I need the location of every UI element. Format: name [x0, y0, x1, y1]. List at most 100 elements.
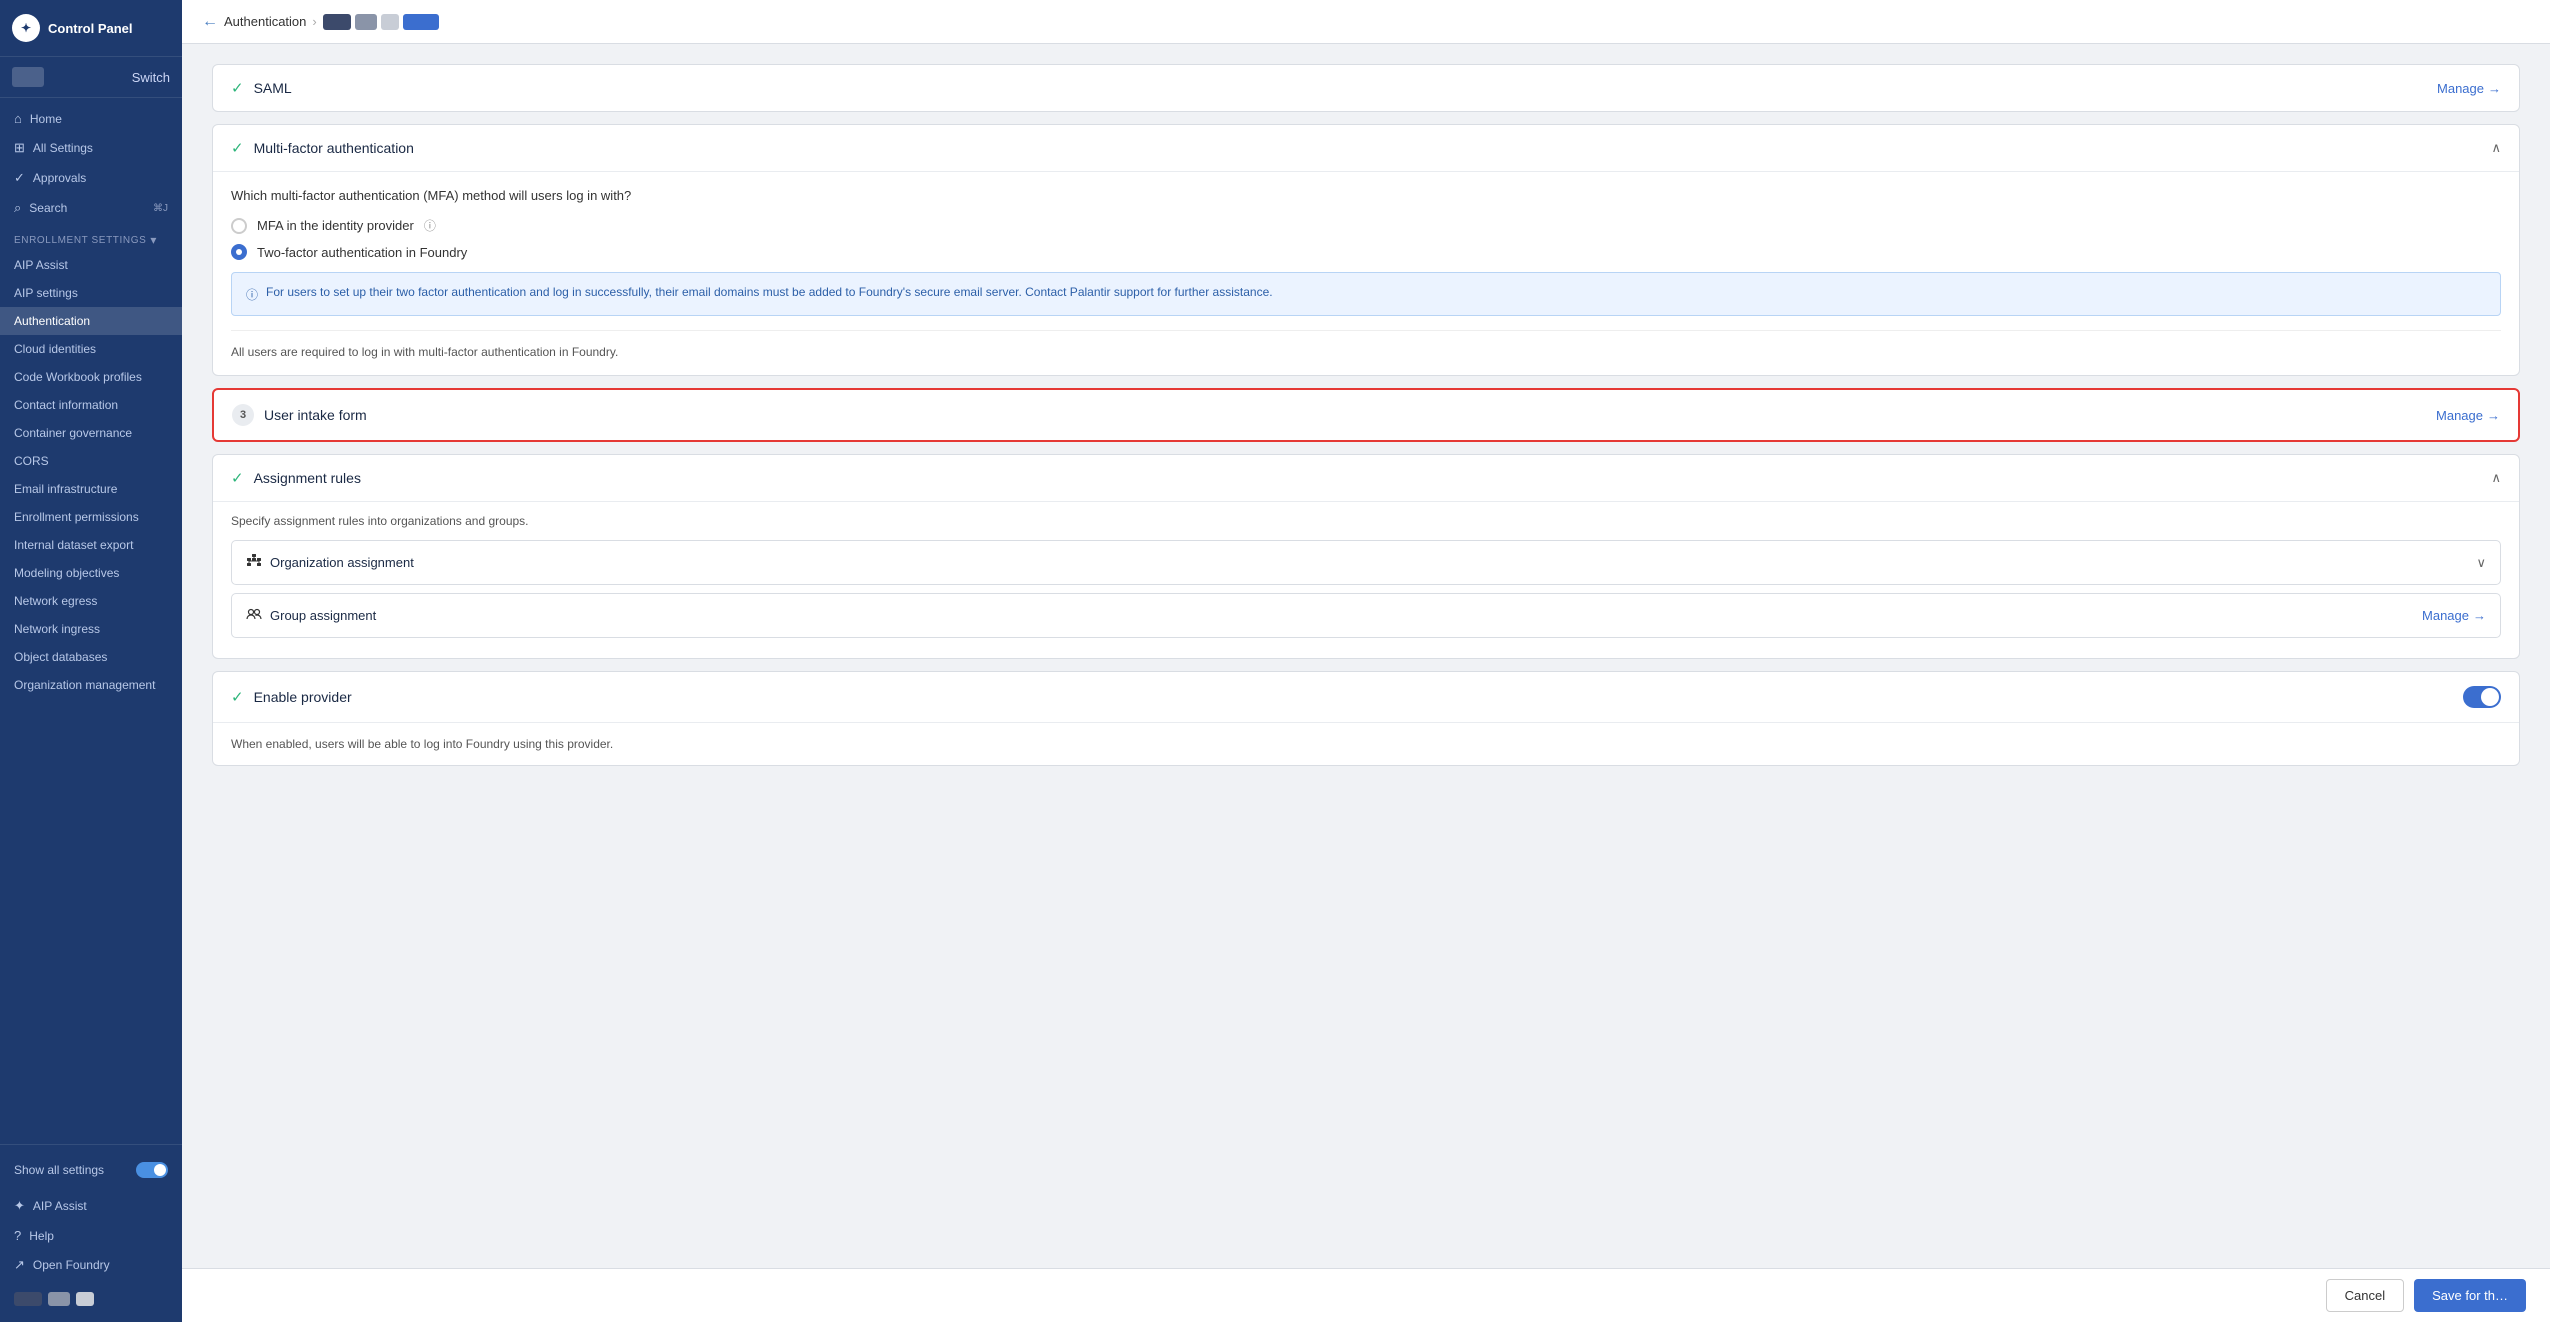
info-icon: ⓘ: [424, 217, 436, 234]
sidebar-item-email-infrastructure[interactable]: Email infrastructure: [0, 475, 182, 503]
sidebar-item-object-databases[interactable]: Object databases: [0, 643, 182, 671]
help-icon: ?: [14, 1228, 21, 1243]
mfa-card-header[interactable]: ✓ Multi-factor authentication ∧: [213, 125, 2519, 171]
mfa-check-icon: ✓: [231, 139, 244, 157]
group-assignment-label: Group assignment: [270, 608, 376, 623]
sidebar-header: ✦ Control Panel: [0, 0, 182, 57]
sidebar-item-label: Help: [29, 1229, 54, 1243]
aip-assist-icon: ✦: [14, 1198, 25, 1214]
sidebar-item-aip-assist[interactable]: AIP Assist: [0, 251, 182, 279]
show-all-settings-toggle[interactable]: Show all settings: [0, 1153, 182, 1187]
external-link-icon: ↗: [14, 1257, 25, 1273]
save-button[interactable]: Save for th…: [2414, 1279, 2526, 1312]
enable-provider-card: ✓ Enable provider When enabled, users wi…: [212, 671, 2520, 766]
sidebar-item-container-governance[interactable]: Container governance: [0, 419, 182, 447]
user-intake-form-card: 3 User intake form Manage →: [212, 388, 2520, 442]
show-all-settings-toggle-pill[interactable]: [136, 1162, 168, 1178]
mfa-section: Which multi-factor authentication (MFA) …: [213, 171, 2519, 375]
assignment-section: Specify assignment rules into organizati…: [213, 501, 2519, 658]
chevron-down-icon: ▾: [150, 233, 157, 247]
org-assignment-chevron-down-icon[interactable]: ∨: [2476, 555, 2486, 571]
mfa-option-identity-provider[interactable]: MFA in the identity provider ⓘ: [231, 217, 2501, 234]
mfa-option-foundry[interactable]: Two-factor authentication in Foundry: [231, 244, 2501, 260]
saml-card-header[interactable]: ✓ SAML Manage →: [213, 65, 2519, 111]
sidebar-item-authentication[interactable]: Authentication: [0, 307, 182, 335]
user-intake-manage-label: Manage: [2436, 408, 2483, 423]
sidebar-item-contact-information[interactable]: Contact information: [0, 391, 182, 419]
sidebar-item-label: All Settings: [33, 141, 93, 155]
organization-assignment-card: Organization assignment ∨: [231, 540, 2501, 585]
breadcrumb-separator: ›: [312, 14, 316, 29]
org-assignment-label: Organization assignment: [270, 555, 414, 570]
sidebar-footer: Show all settings ✦ AIP Assist ? Help ↗ …: [0, 1144, 182, 1322]
mfa-chevron-up-icon[interactable]: ∧: [2491, 140, 2501, 156]
assignment-description: Specify assignment rules into organizati…: [231, 514, 2501, 528]
sidebar-item-open-foundry[interactable]: ↗ Open Foundry: [0, 1250, 182, 1280]
sidebar-item-code-workbook-profiles[interactable]: Code Workbook profiles: [0, 363, 182, 391]
assignment-rules-header-left: ✓ Assignment rules: [231, 469, 361, 487]
mfa-radio-foundry[interactable]: [231, 244, 247, 260]
assignment-rules-header[interactable]: ✓ Assignment rules ∧: [213, 455, 2519, 501]
sidebar-item-aip-assist-footer[interactable]: ✦ AIP Assist: [0, 1191, 182, 1221]
enable-provider-description: When enabled, users will be able to log …: [231, 737, 2501, 751]
sidebar-item-approvals[interactable]: ✓ Approvals: [0, 163, 182, 193]
enable-provider-toggle[interactable]: [2463, 686, 2501, 708]
mfa-label: Multi-factor authentication: [254, 140, 414, 156]
sidebar-item-label: AIP Assist: [33, 1199, 87, 1213]
show-all-settings-label: Show all settings: [14, 1163, 104, 1177]
assignment-rules-chevron-up-icon[interactable]: ∧: [2491, 470, 2501, 486]
sidebar-item-cors[interactable]: CORS: [0, 447, 182, 475]
group-assignment-manage-link[interactable]: Manage →: [2422, 608, 2486, 623]
saml-manage-link[interactable]: Manage →: [2437, 81, 2501, 96]
sidebar-item-network-egress[interactable]: Network egress: [0, 587, 182, 615]
sidebar-item-all-settings[interactable]: ⊞ All Settings: [0, 133, 182, 163]
sidebar-item-label: Network egress: [14, 594, 97, 608]
sidebar-navigation: ⌂ Home ⊞ All Settings ✓ Approvals ⌕ Sear…: [0, 98, 182, 1144]
sidebar-item-network-ingress[interactable]: Network ingress: [0, 615, 182, 643]
sidebar-item-label: AIP Assist: [14, 258, 68, 272]
mfa-radio-idp[interactable]: [231, 218, 247, 234]
saml-check-icon: ✓: [231, 79, 244, 97]
saml-manage-arrow-icon: →: [2488, 81, 2501, 96]
home-icon: ⌂: [14, 111, 22, 126]
switch-section[interactable]: Switch: [0, 57, 182, 98]
enable-provider-header-left: ✓ Enable provider: [231, 688, 352, 706]
sidebar-item-label: CORS: [14, 454, 49, 468]
group-assignment-header[interactable]: Group assignment Manage →: [232, 594, 2500, 637]
sidebar-item-search[interactable]: ⌕ Search ⌘J: [0, 193, 182, 223]
group-manage-arrow-icon: →: [2473, 608, 2486, 623]
breadcrumb: ← Authentication ›: [202, 13, 439, 31]
search-shortcut: ⌘J: [153, 203, 168, 214]
sidebar-item-help[interactable]: ? Help: [0, 1221, 182, 1250]
sidebar-item-aip-settings[interactable]: AIP settings: [0, 279, 182, 307]
back-button[interactable]: ←: [202, 13, 218, 31]
cancel-button[interactable]: Cancel: [2326, 1279, 2404, 1312]
sidebar-item-label: AIP settings: [14, 286, 78, 300]
sidebar-item-cloud-identities[interactable]: Cloud identities: [0, 335, 182, 363]
organization-assignment-header[interactable]: Organization assignment ∨: [232, 541, 2500, 584]
switch-label: Switch: [132, 70, 170, 85]
sidebar-item-modeling-objectives[interactable]: Modeling objectives: [0, 559, 182, 587]
logo-text: ✦: [21, 21, 31, 35]
sidebar-item-label: Authentication: [14, 314, 90, 328]
sidebar-item-label: Object databases: [14, 650, 107, 664]
breadcrumb-authentication: Authentication: [224, 14, 306, 29]
sidebar-item-internal-dataset-export[interactable]: Internal dataset export: [0, 531, 182, 559]
user-intake-label: User intake form: [264, 407, 367, 423]
search-icon: ⌕: [14, 200, 21, 216]
group-assignment-left: Group assignment: [246, 606, 376, 625]
switch-icon: [12, 67, 44, 87]
mfa-question: Which multi-factor authentication (MFA) …: [231, 188, 2501, 203]
sidebar-item-home[interactable]: ⌂ Home: [0, 104, 182, 133]
enable-provider-header[interactable]: ✓ Enable provider: [213, 672, 2519, 722]
footer-links: ✦ AIP Assist ? Help ↗ Open Foundry: [0, 1187, 182, 1284]
mfa-option1-label: MFA in the identity provider: [257, 218, 414, 233]
sidebar-item-label: Container governance: [14, 426, 132, 440]
org-icon: [246, 553, 262, 572]
mfa-note: All users are required to log in with mu…: [231, 330, 2501, 359]
sidebar-item-enrollment-permissions[interactable]: Enrollment permissions: [0, 503, 182, 531]
sidebar-item-organization-management[interactable]: Organization management: [0, 671, 182, 699]
user-intake-manage-link[interactable]: Manage →: [2436, 408, 2500, 423]
user-intake-header[interactable]: 3 User intake form Manage →: [214, 390, 2518, 440]
info-box-icon: ⓘ: [246, 286, 258, 303]
